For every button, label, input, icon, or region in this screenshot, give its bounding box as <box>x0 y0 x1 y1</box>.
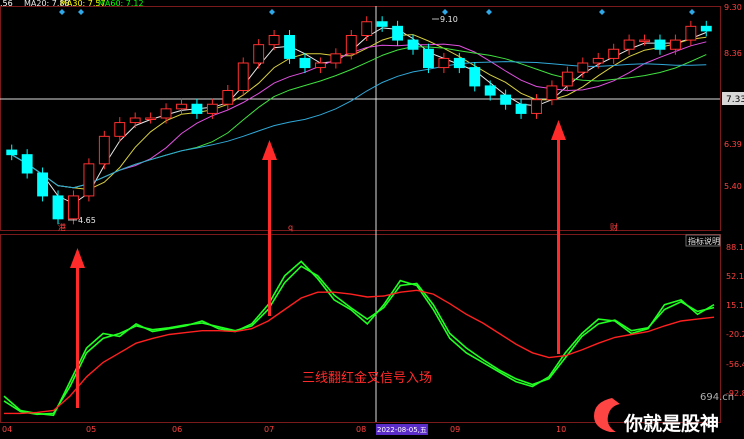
candle-up <box>145 117 157 120</box>
price-tick: 5.40 <box>724 182 742 191</box>
indicator-tick: 88.1 <box>726 243 744 252</box>
candle-up <box>176 103 187 110</box>
time-tick: 06 <box>172 425 182 434</box>
marker-q: q <box>288 223 293 232</box>
candle-down <box>484 85 496 96</box>
candle-down <box>52 195 64 220</box>
candle-down <box>392 25 404 41</box>
candle-down <box>654 39 666 50</box>
candle-up <box>577 62 589 73</box>
arrow-shaft <box>557 136 560 354</box>
candle-down <box>407 39 419 50</box>
candle-up <box>237 62 249 91</box>
indicator-tick: 15.1 <box>726 301 744 310</box>
candle-down <box>469 67 481 87</box>
candle-down <box>376 21 388 27</box>
candle-up <box>129 117 141 124</box>
candle-up <box>98 135 110 165</box>
candle-up <box>531 99 542 114</box>
candle-up <box>68 195 79 220</box>
candle-up <box>330 53 342 64</box>
indicator-help-button[interactable]: 指标说明 <box>688 236 720 246</box>
candle-up <box>222 90 234 105</box>
candle-down <box>21 154 33 174</box>
low-price-label: 4.65 <box>78 216 96 225</box>
candle-up <box>685 25 697 41</box>
date-highlight: 2022-08-05,五 <box>377 426 427 434</box>
candle-up <box>546 85 558 101</box>
candle-up <box>268 35 280 46</box>
candle-down <box>500 94 512 105</box>
candle-up <box>623 39 635 50</box>
time-tick: 07 <box>264 425 274 434</box>
watermark-brand: 你就是股神 <box>623 412 719 435</box>
indicator-tick: -56.4 <box>726 360 744 369</box>
candle-up <box>639 39 650 43</box>
time-tick: 08 <box>356 425 366 434</box>
price-tick: 9.30 <box>724 3 742 12</box>
price-tick: 6.39 <box>724 140 742 149</box>
indicator-tick: -20.2 <box>726 330 744 339</box>
candle-down <box>299 57 311 69</box>
price-tick: 8.36 <box>724 49 742 58</box>
indicator-tick: 52.1 <box>726 272 744 281</box>
candle-up <box>592 57 604 64</box>
candle-down <box>37 172 49 197</box>
candle-up <box>160 108 172 119</box>
candle-up <box>608 48 620 59</box>
watermark-domain: 694.cn <box>700 392 734 403</box>
time-tick: 09 <box>450 425 460 434</box>
legend-prefix: .56 <box>0 0 13 8</box>
stock-chart: 7.33 .56 MA20: 7.88 MA30: 7.57 MA60: 7.1… <box>0 0 744 439</box>
candle-down <box>284 35 295 59</box>
high-price-label: 9.10 <box>440 15 458 24</box>
candle-up <box>114 122 126 137</box>
candle-down <box>453 57 465 69</box>
legend-ma60: MA60: 7.12 <box>98 0 144 8</box>
candle-up <box>253 44 265 64</box>
arrow-shaft <box>76 264 79 408</box>
candle-down <box>191 103 203 114</box>
time-tick: 10 <box>556 425 566 434</box>
candle-up <box>438 57 450 69</box>
candle-up <box>361 21 373 36</box>
marker-finance: 财 <box>610 222 618 232</box>
time-tick: 05 <box>86 425 96 434</box>
marker-port: 港 <box>58 222 66 232</box>
candle-up <box>561 71 573 87</box>
candle-down <box>700 25 712 32</box>
candle-up <box>83 163 95 197</box>
candle-down <box>515 103 527 114</box>
candle-up <box>345 35 357 55</box>
candle-down <box>6 149 18 156</box>
candle-up <box>669 39 681 50</box>
time-tick: 04 <box>2 425 12 434</box>
candle-up <box>206 103 218 114</box>
candle-down <box>423 48 434 69</box>
current-price-label: 7.33 <box>726 95 744 105</box>
signal-text: 三线翻红金叉信号入场 <box>302 370 432 386</box>
arrow-shaft <box>268 156 271 316</box>
candle-up <box>314 62 326 69</box>
